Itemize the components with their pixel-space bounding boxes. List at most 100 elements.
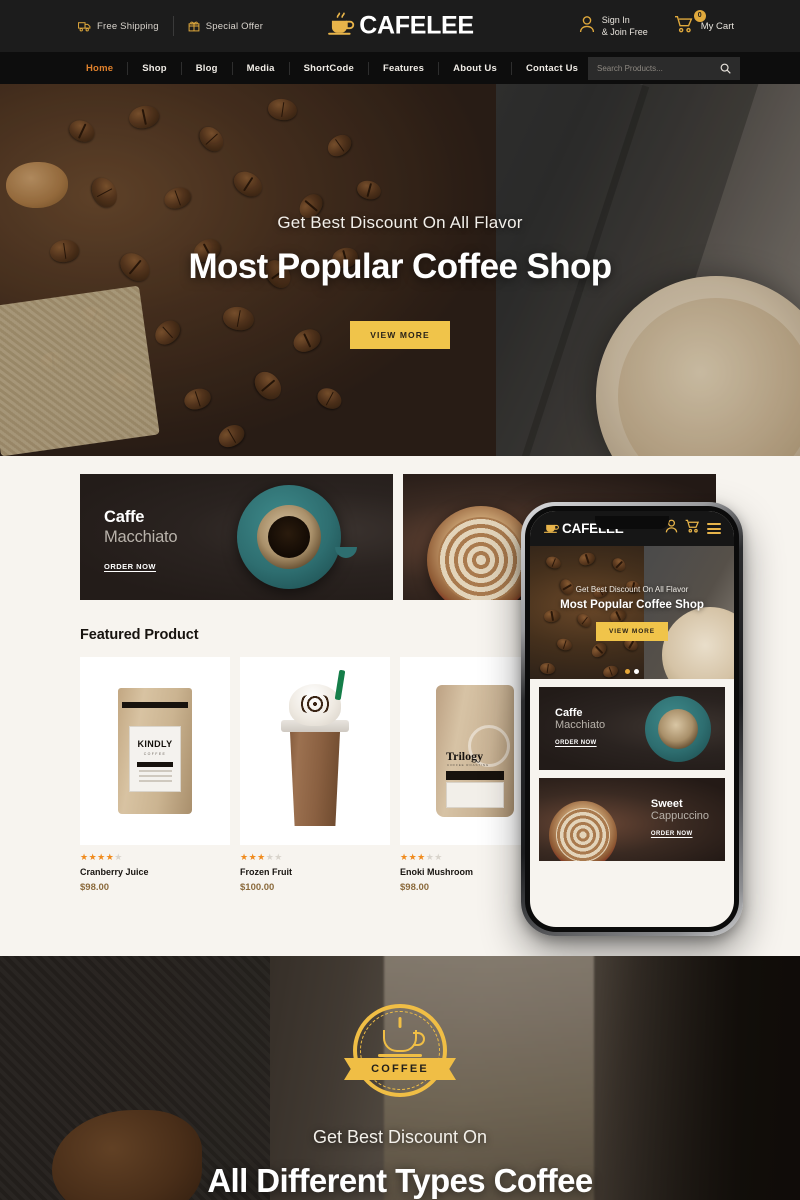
search-icon[interactable] bbox=[720, 63, 731, 74]
nav-list: Home Shop Blog Media ShortCode Features … bbox=[72, 61, 592, 75]
nav-item-home[interactable]: Home bbox=[72, 63, 127, 74]
cart-button[interactable]: 0 My Cart bbox=[674, 9, 734, 38]
phone-promo-cappuccino[interactable]: Sweet Cappuccino ORDER NOW bbox=[539, 778, 725, 861]
bottom-content: COFFEE Get Best Discount On All Differen… bbox=[0, 956, 800, 1200]
coffee-badge-logo: COFFEE bbox=[344, 1004, 456, 1097]
nav-item-features[interactable]: Features bbox=[369, 63, 438, 74]
phone-hero-subtitle: Get Best Discount On All Flavor bbox=[575, 584, 689, 594]
phone-promo-text: Caffe Macchiato ORDER NOW bbox=[555, 707, 605, 749]
phone-cart-icon[interactable] bbox=[685, 519, 700, 538]
phone-promo-macchiato[interactable]: Caffe Macchiato ORDER NOW bbox=[539, 687, 725, 770]
cart-icon bbox=[674, 15, 694, 38]
sign-in-line1: Sign In bbox=[601, 15, 630, 25]
product-card-cranberry-juice[interactable]: KINDLY COFFEE ★★★★★ Cranberry Juice $98.… bbox=[80, 657, 230, 893]
promo-order-now-link[interactable]: ORDER NOW bbox=[104, 562, 156, 571]
carousel-dot[interactable] bbox=[634, 669, 639, 674]
product-price: $98.00 bbox=[80, 882, 110, 893]
sign-in-button[interactable]: Sign In & Join Free bbox=[579, 14, 648, 38]
logo-text: CAFELEE bbox=[359, 11, 474, 40]
coffee-cup-logo-icon bbox=[543, 519, 560, 539]
phone-promo-text: Sweet Cappuccino ORDER NOW bbox=[651, 798, 709, 840]
free-shipping-item[interactable]: Free Shipping bbox=[78, 21, 159, 32]
nav-item-shortcode[interactable]: ShortCode bbox=[290, 63, 368, 74]
nav-item-blog[interactable]: Blog bbox=[182, 63, 232, 74]
cappuccino-cup-image bbox=[427, 506, 535, 600]
phone-carousel-dots bbox=[625, 669, 639, 674]
nav-item-about-us[interactable]: About Us bbox=[439, 63, 511, 74]
phone-promo-subtitle: Cappuccino bbox=[650, 810, 709, 822]
page-root: Free Shipping Special Offer CAFELEE Sign… bbox=[0, 0, 800, 1200]
search-input[interactable] bbox=[597, 64, 720, 73]
truck-icon bbox=[78, 21, 91, 32]
phone-header-icons bbox=[665, 519, 721, 538]
product-rating: ★★★★★ bbox=[240, 852, 283, 862]
badge-ribbon: COFFEE bbox=[344, 1058, 456, 1080]
main-navigation: Home Shop Blog Media ShortCode Features … bbox=[0, 52, 800, 84]
phone-hero-content: Get Best Discount On All Flavor Most Pop… bbox=[530, 546, 734, 679]
macchiato-cup-image bbox=[237, 485, 341, 589]
cart-count-badge: 0 bbox=[693, 9, 706, 22]
promo-banner-macchiato[interactable]: Caffe Macchiato ORDER NOW bbox=[80, 474, 393, 600]
product-price: $100.00 bbox=[240, 882, 275, 893]
carousel-dot-active[interactable] bbox=[625, 669, 630, 674]
promo-text-block: Caffe Macchiato ORDER NOW bbox=[104, 508, 178, 574]
nav-item-media[interactable]: Media bbox=[233, 63, 289, 74]
phone-macchiato-cup bbox=[645, 695, 711, 762]
phone-cappuccino-cup bbox=[549, 801, 617, 861]
phone-mockup: CAFELEE Get Best Discount On All Flavor … bbox=[521, 502, 743, 936]
bottom-subtitle: Get Best Discount On bbox=[312, 1127, 488, 1147]
frappuccino-image bbox=[279, 669, 351, 826]
coffee-bag-kindly: KINDLY COFFEE bbox=[118, 688, 192, 814]
phone-view-more-button[interactable]: VIEW MORE bbox=[595, 621, 669, 641]
hero-view-more-button[interactable]: VIEW MORE bbox=[350, 321, 450, 349]
top-bar-right: Sign In & Join Free 0 My Cart bbox=[579, 9, 734, 38]
user-icon bbox=[579, 15, 595, 38]
nav-item-contact-us[interactable]: Contact Us bbox=[512, 63, 592, 74]
phone-promo-title: Sweet bbox=[650, 798, 683, 810]
phone-promo-title: Caffe bbox=[555, 707, 583, 719]
topbar-divider bbox=[172, 16, 174, 36]
coffee-cup-logo-icon bbox=[326, 11, 356, 42]
free-shipping-label: Free Shipping bbox=[97, 20, 159, 32]
top-bar: Free Shipping Special Offer CAFELEE Sign… bbox=[0, 0, 800, 52]
coffee-bag-trilogy: Trilogy COFFEE ROASTING bbox=[436, 685, 514, 817]
phone-screen: CAFELEE Get Best Discount On All Flavor … bbox=[530, 511, 734, 927]
special-offer-label: Special Offer bbox=[205, 20, 264, 32]
nav-item-shop[interactable]: Shop bbox=[128, 63, 181, 74]
badge-cup-icon bbox=[383, 1030, 425, 1052]
product-image: KINDLY COFFEE bbox=[80, 657, 230, 845]
promo-subtitle: Macchiato bbox=[104, 528, 178, 546]
phone-bezel: CAFELEE Get Best Discount On All Flavor … bbox=[525, 506, 739, 932]
cart-label: My Cart bbox=[700, 20, 734, 32]
product-card-frozen-fruit[interactable]: ★★★★★ Frozen Fruit $100.00 bbox=[240, 657, 390, 893]
site-logo[interactable]: CAFELEE bbox=[326, 11, 474, 42]
special-offer-item[interactable]: Special Offer bbox=[188, 20, 263, 32]
phone-body: Caffe Macchiato ORDER NOW Sweet Cappucci… bbox=[530, 679, 734, 869]
badge-steam-icon bbox=[398, 1017, 402, 1028]
phone-promo-order-now-link[interactable]: ORDER NOW bbox=[651, 831, 693, 837]
sign-in-text: Sign In & Join Free bbox=[602, 14, 648, 38]
gift-icon bbox=[188, 20, 200, 32]
cup-handle bbox=[335, 547, 357, 558]
badge-word: COFFEE bbox=[371, 1063, 429, 1075]
sign-in-line2: & Join Free bbox=[601, 27, 648, 37]
top-bar-left: Free Shipping Special Offer bbox=[78, 16, 263, 36]
search-box[interactable] bbox=[588, 57, 740, 80]
hero-subtitle: Get Best Discount On All Flavor bbox=[277, 213, 523, 232]
product-rating: ★★★★★ bbox=[80, 852, 123, 862]
product-image bbox=[240, 657, 390, 845]
phone-hero-banner: Get Best Discount On All Flavor Most Pop… bbox=[530, 546, 734, 679]
phone-promo-subtitle: Macchiato bbox=[555, 719, 606, 731]
bottom-title: All Different Types Coffee bbox=[207, 1162, 593, 1199]
product-name: Frozen Fruit bbox=[240, 867, 292, 877]
hero-title: Most Popular Coffee Shop bbox=[188, 247, 612, 286]
phone-hamburger-menu-icon[interactable] bbox=[707, 523, 721, 534]
product-name: Cranberry Juice bbox=[80, 867, 149, 877]
phone-promo-order-now-link[interactable]: ORDER NOW bbox=[555, 740, 597, 746]
badge-saucer bbox=[378, 1054, 422, 1057]
phone-hero-title: Most Popular Coffee Shop bbox=[560, 598, 704, 611]
hero-content: Get Best Discount On All Flavor Most Pop… bbox=[0, 84, 800, 456]
bottom-banner: COFFEE Get Best Discount On All Differen… bbox=[0, 956, 800, 1200]
hero-banner: Get Best Discount On All Flavor Most Pop… bbox=[0, 84, 800, 456]
phone-notch bbox=[595, 516, 669, 529]
